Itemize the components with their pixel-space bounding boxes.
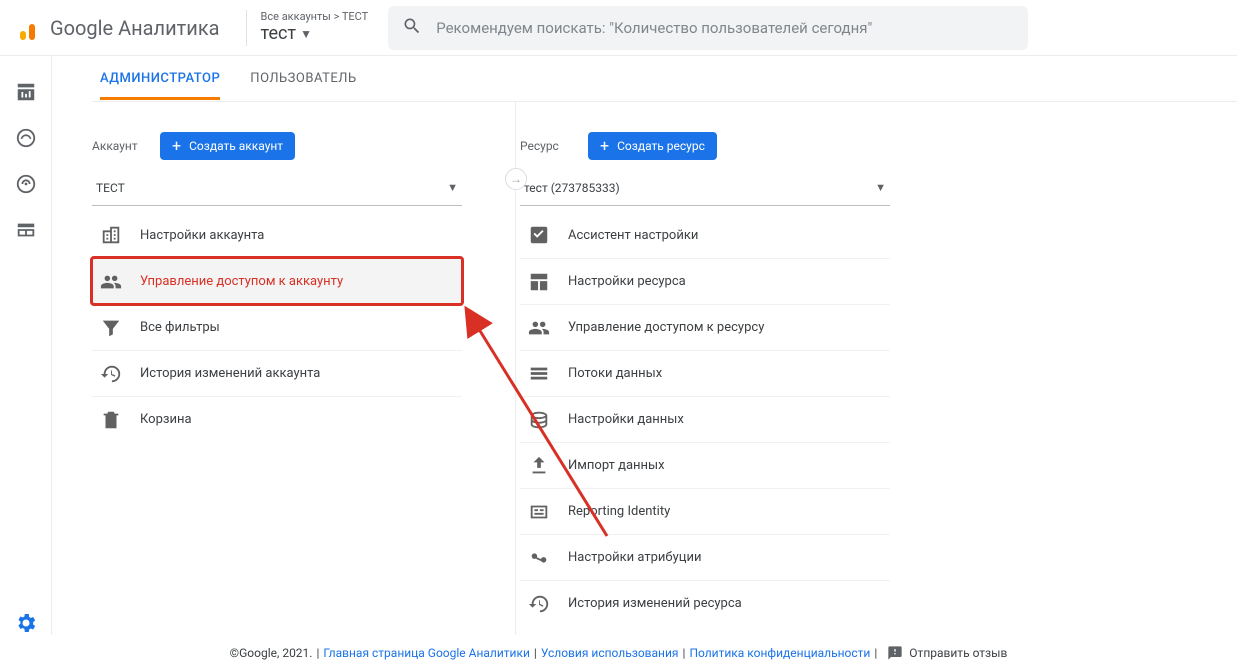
history-icon — [100, 363, 122, 385]
tab-user[interactable]: ПОЛЬЗОВАТЕЛЬ — [250, 57, 356, 100]
menu-item-label: История изменений аккаунта — [140, 366, 320, 381]
copyright: ©Google, 2021. — [230, 646, 313, 660]
plus-icon: + — [600, 138, 609, 154]
upload-icon — [528, 455, 550, 477]
menu-item-label: Reporting Identity — [568, 504, 670, 519]
menu-item-label: Все фильтры — [140, 320, 220, 335]
menu-item-label: История изменений ресурса — [568, 596, 742, 611]
reporting-identity[interactable]: Reporting Identity — [520, 488, 890, 534]
account-column: Аккаунт + Создать аккаунт ТЕСТ ▼ Настрой… — [92, 132, 462, 626]
search-placeholder: Рекомендуем поискать: "Количество пользо… — [436, 19, 872, 37]
tabs: АДМИНИСТРАТОР ПОЛЬЗОВАТЕЛЬ — [92, 56, 1237, 102]
explore-icon[interactable] — [14, 172, 38, 196]
create-resource-label: Создать ресурс — [617, 139, 705, 153]
streams-icon — [528, 363, 550, 385]
analytics-logo-icon — [20, 16, 44, 40]
feedback-icon — [887, 645, 903, 661]
filter-icon — [100, 317, 122, 339]
resource-label: Ресурс — [520, 139, 570, 153]
breadcrumb-main-label: тест — [261, 23, 297, 45]
history-icon — [528, 593, 550, 615]
trash-icon — [100, 409, 122, 431]
reports-icon[interactable] — [14, 80, 38, 104]
account-select-value: ТЕСТ — [96, 181, 125, 195]
menu-item-label: Управление доступом к ресурсу — [568, 320, 764, 335]
layout-icon — [528, 271, 550, 293]
resource-select[interactable]: тест (273785333) ▼ — [520, 170, 890, 206]
feedback-label: Отправить отзыв — [909, 646, 1007, 660]
menu-item-label: Настройки ресурса — [568, 274, 686, 289]
header-divider — [246, 10, 247, 46]
admin-columns: → Аккаунт + Создать аккаунт ТЕСТ ▼ Настр… — [92, 102, 1237, 626]
resource-history[interactable]: История изменений ресурса — [520, 580, 890, 626]
main: АДМИНИСТРАТОР ПОЛЬЗОВАТЕЛЬ → Аккаунт + С… — [52, 56, 1237, 635]
top-header: Google Аналитика Все аккаунты > ТЕСТ тес… — [0, 0, 1237, 56]
attribution-icon — [528, 547, 550, 569]
create-resource-button[interactable]: + Создать ресурс — [588, 132, 717, 160]
chevron-down-icon: ▼ — [447, 181, 458, 194]
chevron-down-icon: ▼ — [300, 27, 312, 41]
all-filters[interactable]: Все фильтры — [92, 304, 462, 350]
data-streams[interactable]: Потоки данных — [520, 350, 890, 396]
account-menu: Настройки аккаунта Управление доступом к… — [92, 212, 462, 442]
plus-icon: + — [172, 138, 181, 154]
footer: ©Google, 2021. | Главная страница Google… — [0, 635, 1237, 669]
send-feedback[interactable]: Отправить отзыв — [887, 645, 1007, 661]
resource-access-management[interactable]: Управление доступом к ресурсу — [520, 304, 890, 350]
menu-item-label: Потоки данных — [568, 366, 662, 381]
breadcrumb-main[interactable]: тест ▼ — [261, 23, 369, 45]
account-select[interactable]: ТЕСТ ▼ — [92, 170, 462, 206]
search-wrap: Рекомендуем поискать: "Количество пользо… — [388, 6, 1028, 50]
menu-item-label: Управление доступом к аккаунту — [140, 274, 343, 289]
menu-item-label: Корзина — [140, 412, 192, 427]
search-input[interactable]: Рекомендуем поискать: "Количество пользо… — [388, 6, 1028, 50]
trash[interactable]: Корзина — [92, 396, 462, 442]
people-icon — [100, 271, 122, 293]
breadcrumb[interactable]: Все аккаунты > ТЕСТ тест ▼ — [261, 10, 369, 45]
attribution-settings[interactable]: Настройки атрибуции — [520, 534, 890, 580]
data-import[interactable]: Импорт данных — [520, 442, 890, 488]
search-icon — [402, 16, 422, 40]
collapse-knob[interactable]: → — [505, 168, 527, 190]
account-history[interactable]: История изменений аккаунта — [92, 350, 462, 396]
footer-link-privacy[interactable]: Политика конфиденциальности — [689, 646, 870, 660]
table-icon[interactable] — [14, 218, 38, 242]
chevron-down-icon: ▼ — [875, 181, 886, 194]
resource-menu: Ассистент настройки Настройки ресурса Уп… — [520, 212, 890, 626]
create-account-button[interactable]: + Создать аккаунт — [160, 132, 295, 160]
product-name: Google Аналитика — [50, 16, 220, 40]
realtime-icon[interactable] — [14, 126, 38, 150]
id-icon — [528, 501, 550, 523]
left-rail — [0, 56, 52, 635]
checklist-icon — [528, 224, 550, 246]
building-icon — [100, 224, 122, 246]
gear-icon[interactable] — [14, 611, 38, 635]
people-icon — [528, 317, 550, 339]
resource-select-value: тест (273785333) — [524, 181, 620, 195]
database-icon — [528, 409, 550, 431]
create-account-label: Создать аккаунт — [189, 139, 283, 153]
menu-item-label: Настройки атрибуции — [568, 550, 701, 565]
resource-settings[interactable]: Настройки ресурса — [520, 258, 890, 304]
menu-item-label: Импорт данных — [568, 458, 665, 473]
account-settings[interactable]: Настройки аккаунта — [92, 212, 462, 258]
data-settings[interactable]: Настройки данных — [520, 396, 890, 442]
footer-link-terms[interactable]: Условия использования — [541, 646, 679, 660]
menu-item-label: Настройки данных — [568, 412, 684, 427]
tab-admin[interactable]: АДМИНИСТРАТОР — [100, 57, 220, 100]
account-label: Аккаунт — [92, 139, 142, 153]
resource-column: Ресурс + Создать ресурс тест (273785333)… — [520, 132, 890, 626]
footer-link-main[interactable]: Главная страница Google Аналитики — [323, 646, 529, 660]
logo[interactable]: Google Аналитика — [8, 16, 232, 40]
account-access-management[interactable]: Управление доступом к аккаунту — [92, 258, 462, 304]
breadcrumb-top: Все аккаунты > ТЕСТ — [261, 10, 369, 23]
menu-item-label: Настройки аккаунта — [140, 228, 264, 243]
menu-item-label: Ассистент настройки — [568, 228, 698, 243]
setup-assistant[interactable]: Ассистент настройки — [520, 212, 890, 258]
